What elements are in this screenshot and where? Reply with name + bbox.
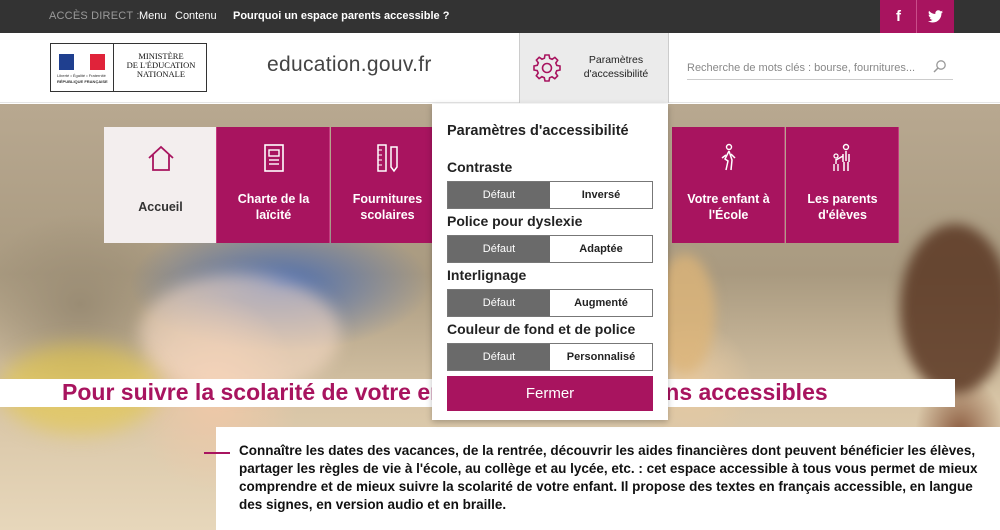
intro-box: Connaître les dates des vacances, de la … [204,427,1000,530]
skip-to-content-link[interactable]: Contenu [175,10,217,22]
dyslexia-default-option[interactable]: Défaut [448,236,550,262]
colors-default-option[interactable]: Défaut [448,344,550,370]
site-header: Liberté • Égalité • Fraternité RÉPUBLIQU… [0,33,1000,103]
accessibility-settings-label: Paramètres d'accessibilité [583,54,649,80]
search-bar [687,58,953,80]
dyslexia-adapted-option[interactable]: Adaptée [550,236,652,262]
nav-tile-laicite[interactable]: Charte de la laïcité [217,127,330,243]
search-icon[interactable] [933,59,947,73]
search-input[interactable] [687,62,927,74]
nav-tile-enfant[interactable]: Votre enfant à l'École [672,127,785,243]
intro-text: Connaître les dates des vacances, de la … [239,443,978,512]
line-spacing-toggle: Défaut Augmenté [447,289,653,317]
dyslexia-font-toggle: Défaut Adaptée [447,235,653,263]
accent-dash [204,452,230,454]
top-bar: ACCÈS DIRECT : Menu Contenu Pourquoi un … [0,0,1000,33]
dyslexia-font-label: Police pour dyslexie [447,213,583,229]
document-icon [217,143,330,173]
contrast-toggle: Défaut Inversé [447,181,653,209]
popup-title: Paramètres d'accessibilité [447,123,629,139]
child-walking-icon [672,143,785,173]
line-spacing-default-option[interactable]: Défaut [448,290,550,316]
parent-child-icon [786,143,899,173]
school-supplies-icon [331,143,444,173]
nav-tile-label: Fournitures scolaires [352,192,423,222]
skip-to-menu-link[interactable]: Menu [139,10,167,22]
line-spacing-label: Interlignage [447,267,527,283]
ministry-logo[interactable]: Liberté • Égalité • Fraternité RÉPUBLIQU… [50,43,207,92]
nav-tile-parents[interactable]: Les parents d'élèves [786,127,899,243]
colors-label: Couleur de fond et de police [447,321,636,337]
photo-blur [140,274,340,394]
contrast-label: Contraste [447,159,513,175]
accessibility-settings-button[interactable]: Paramètres d'accessibilité [519,33,669,103]
close-popup-button[interactable]: Fermer [447,376,653,411]
ministry-name: MINISTÈRE DE L'ÉDUCATION NATIONALE [117,52,205,79]
home-icon [104,143,217,173]
gear-icon [533,54,561,82]
quick-access-label: ACCÈS DIRECT : [49,10,140,22]
accessibility-popup: Paramètres d'accessibilité Contraste Déf… [432,104,668,420]
nav-tile-label: Votre enfant à l'École [687,192,770,222]
photo-blur [900,224,1000,394]
republic-label: RÉPUBLIQUE FRANÇAISE [57,79,108,84]
nav-tile-home[interactable]: Accueil [104,127,217,243]
republic-motto: Liberté • Égalité • Fraternité [57,73,106,78]
ministry-name-line: NATIONALE [136,69,186,79]
facebook-icon[interactable]: f [880,0,917,33]
twitter-icon[interactable] [917,0,954,33]
logo-divider [113,44,114,91]
contrast-default-option[interactable]: Défaut [448,182,550,208]
site-name[interactable]: education.gouv.fr [267,53,432,77]
colors-custom-option[interactable]: Personnalisé [550,344,652,370]
why-accessible-link[interactable]: Pourquoi un espace parents accessible ? [233,10,449,22]
contrast-inverted-option[interactable]: Inversé [550,182,652,208]
nav-tile-fournitures[interactable]: Fournitures scolaires [331,127,444,243]
nav-tile-label: Charte de la laïcité [237,192,310,222]
nav-tile-label: Les parents d'élèves [807,192,878,222]
colors-toggle: Défaut Personnalisé [447,343,653,371]
marianne-flag-icon [59,54,105,70]
line-spacing-increased-option[interactable]: Augmenté [550,290,652,316]
nav-tile-label: Accueil [138,200,183,214]
